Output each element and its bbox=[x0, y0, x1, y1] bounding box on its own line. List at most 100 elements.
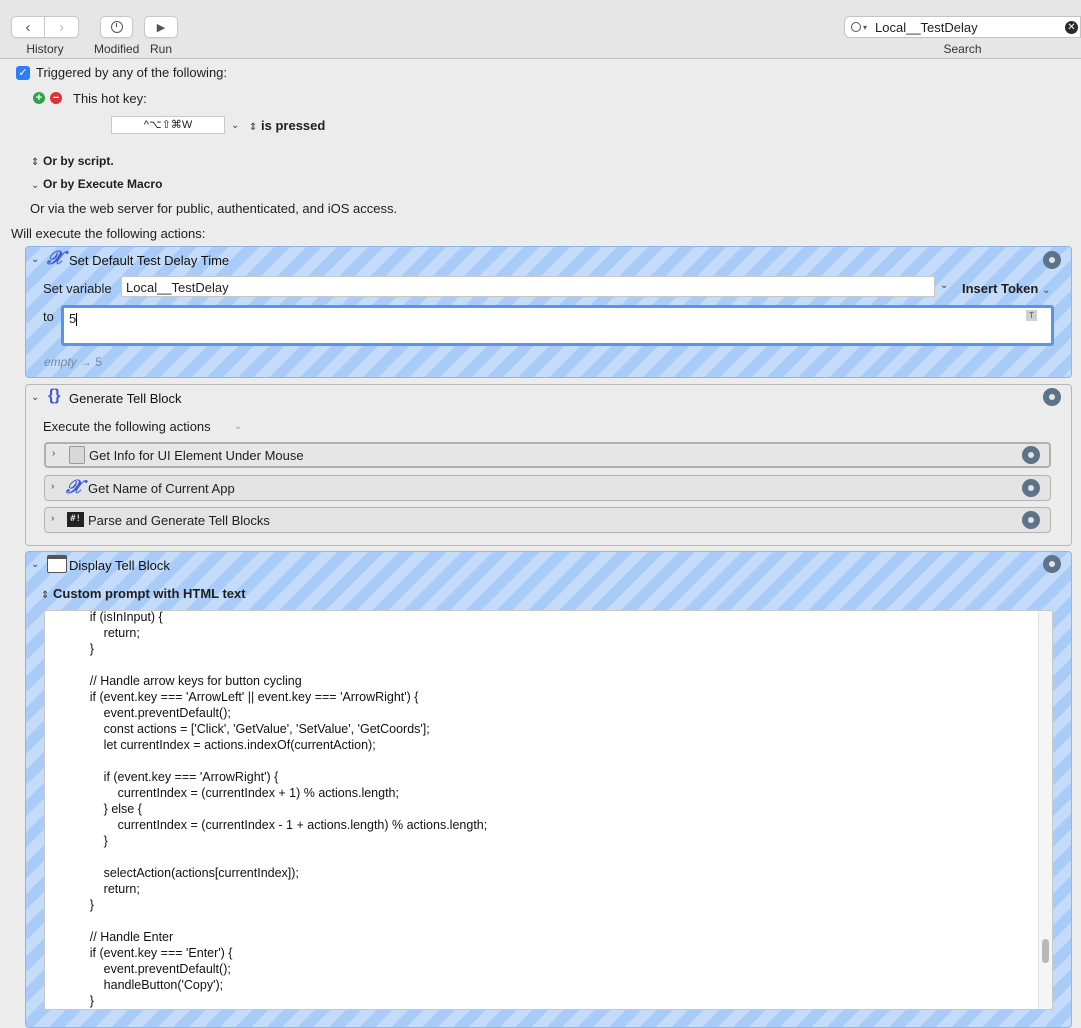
modified-group: Modified bbox=[94, 16, 139, 56]
remove-trigger-icon[interactable]: − bbox=[50, 92, 62, 104]
history-label: History bbox=[26, 42, 64, 56]
history-segment: ‹ › bbox=[11, 16, 79, 38]
or-by-execute-macro-toggle[interactable]: ⌄ Or by Execute Macro bbox=[31, 176, 162, 191]
updown-icon: ⇕ bbox=[249, 122, 258, 133]
triggered-checkbox[interactable]: ✓ bbox=[16, 66, 30, 80]
modified-label: Modified bbox=[94, 42, 140, 56]
value-field[interactable]: 5 T bbox=[61, 305, 1054, 346]
gear-icon[interactable] bbox=[1043, 251, 1061, 269]
set-variable-label: Set variable bbox=[43, 281, 112, 296]
variable-icon: 𝒳 bbox=[66, 476, 83, 498]
run-button[interactable]: ▶ bbox=[144, 16, 178, 38]
scrollbar-track[interactable] bbox=[1038, 611, 1052, 1009]
triggered-label: Triggered by any of the following: bbox=[36, 65, 228, 80]
sub-action-label: Parse and Generate Tell Blocks bbox=[88, 513, 270, 528]
prompt-type-label: Custom prompt with HTML text bbox=[53, 586, 246, 601]
variable-name-value: Local__TestDelay bbox=[126, 280, 229, 295]
window-icon bbox=[47, 555, 67, 573]
search-icon bbox=[851, 22, 861, 32]
forward-button[interactable]: › bbox=[45, 16, 79, 38]
or-by-execute-macro-label: Or by Execute Macro bbox=[43, 177, 163, 191]
sub-action-parse[interactable]: › #! Parse and Generate Tell Blocks bbox=[44, 507, 1051, 533]
add-trigger-icon[interactable]: + bbox=[33, 92, 45, 104]
html-text-editor[interactable]: if (isInInput) { return; } // Handle arr… bbox=[44, 610, 1053, 1010]
gear-icon[interactable] bbox=[1022, 446, 1040, 464]
variable-name-field[interactable]: Local__TestDelay bbox=[121, 276, 935, 297]
clock-icon bbox=[110, 21, 123, 33]
prompt-type-select[interactable]: ⇕ Custom prompt with HTML text bbox=[41, 586, 246, 601]
code-line: return; bbox=[62, 882, 140, 896]
code-line: } bbox=[62, 642, 94, 656]
code-line: } bbox=[62, 898, 94, 912]
chevron-down-icon: ⌄ bbox=[31, 180, 40, 191]
gear-icon[interactable] bbox=[1043, 388, 1061, 406]
or-by-script-label: Or by script. bbox=[43, 154, 114, 168]
hotkey-options-chevron-icon[interactable]: ⌄ bbox=[231, 120, 239, 131]
code-line: event.preventDefault(); bbox=[62, 706, 231, 720]
gear-icon[interactable] bbox=[1043, 555, 1061, 573]
action-title[interactable]: Set Default Test Delay Time bbox=[69, 253, 229, 268]
play-icon: ▶ bbox=[156, 21, 166, 34]
action-display-tell[interactable]: ⌄ Display Tell Block ⇕ Custom prompt wit… bbox=[25, 551, 1072, 1028]
search-field[interactable]: ▾ Local__TestDelay ✕ bbox=[844, 16, 1081, 38]
code-line: if (event.key === 'ArrowRight') { bbox=[62, 770, 279, 784]
search-label: Search bbox=[943, 42, 982, 56]
back-button[interactable]: ‹ bbox=[11, 16, 45, 38]
token-badge-icon[interactable]: T bbox=[1026, 310, 1037, 321]
code-line: const actions = ['Click', 'GetValue', 'S… bbox=[62, 722, 430, 736]
sub-action-label: Get Name of Current App bbox=[88, 481, 235, 496]
macro-editor: ✓ Triggered by any of the following: + −… bbox=[0, 60, 1081, 1028]
execute-label: Execute the following actions bbox=[43, 419, 211, 434]
expand-chevron-icon[interactable]: › bbox=[51, 513, 54, 524]
ui-element-icon bbox=[69, 446, 85, 464]
hotkey-field[interactable]: ^⌥⇧⌘W bbox=[111, 116, 225, 134]
action-title[interactable]: Display Tell Block bbox=[69, 558, 170, 573]
chevron-left-icon: ‹ bbox=[25, 18, 31, 36]
gear-icon[interactable] bbox=[1022, 479, 1040, 497]
history-group: ‹ › History bbox=[11, 16, 79, 56]
hotkey-label: This hot key: bbox=[73, 91, 147, 106]
code-line: currentIndex = (currentIndex + 1) % acti… bbox=[62, 786, 399, 800]
expand-chevron-icon[interactable]: › bbox=[52, 448, 55, 459]
code-line: } bbox=[62, 834, 108, 848]
chevron-down-icon: ⌄ bbox=[1041, 285, 1051, 296]
hotkey-state-label: is pressed bbox=[261, 118, 326, 133]
collapse-chevron-icon[interactable]: ⌄ bbox=[31, 254, 39, 265]
collapse-chevron-icon[interactable]: ⌄ bbox=[31, 559, 39, 570]
preview-empty: empty bbox=[44, 355, 77, 369]
will-execute-label: Will execute the following actions: bbox=[11, 226, 206, 241]
code-content: if (isInInput) { return; } // Handle arr… bbox=[62, 610, 487, 1009]
updown-icon: ⇕ bbox=[31, 157, 40, 168]
chevron-right-icon: › bbox=[59, 18, 64, 36]
expand-chevron-icon[interactable]: › bbox=[51, 481, 54, 492]
code-line: if (event.key === 'Enter') { bbox=[62, 946, 233, 960]
code-line: if (isInInput) { bbox=[62, 610, 163, 624]
code-line: if (event.key === 'ArrowLeft' || event.k… bbox=[62, 690, 419, 704]
search-input[interactable]: Local__TestDelay bbox=[875, 20, 978, 35]
action-title[interactable]: Generate Tell Block bbox=[69, 391, 182, 406]
code-line: event.preventDefault(); bbox=[62, 962, 231, 976]
collapse-chevron-icon[interactable]: ⌄ bbox=[31, 392, 39, 403]
clear-search-icon[interactable]: ✕ bbox=[1065, 21, 1078, 34]
code-line: } bbox=[62, 994, 94, 1008]
scrollbar-thumb[interactable] bbox=[1042, 939, 1049, 963]
code-line: handleButton('Copy'); bbox=[62, 978, 224, 992]
sub-action-get-info[interactable]: › Get Info for UI Element Under Mouse bbox=[44, 442, 1051, 468]
insert-token-button[interactable]: Insert Token ⌄ bbox=[962, 281, 1050, 296]
code-line: } else { bbox=[62, 802, 142, 816]
or-by-script-toggle[interactable]: ⇕ Or by script. bbox=[31, 153, 114, 168]
code-line: // Handle Enter bbox=[62, 930, 174, 944]
modified-button[interactable] bbox=[100, 16, 134, 38]
action-set-variable[interactable]: ⌄ 𝒳 Set Default Test Delay Time Set vari… bbox=[25, 246, 1072, 378]
variable-menu-chevron-icon[interactable]: ⌄ bbox=[940, 280, 948, 291]
web-server-text: Or via the web server for public, authen… bbox=[30, 201, 398, 216]
sub-action-get-name[interactable]: › 𝒳 Get Name of Current App bbox=[44, 475, 1051, 501]
sub-action-label: Get Info for UI Element Under Mouse bbox=[89, 448, 304, 463]
run-group: ▶ Run bbox=[144, 16, 178, 56]
gear-icon[interactable] bbox=[1022, 511, 1040, 529]
code-line: return; bbox=[62, 626, 140, 640]
hotkey-state-select[interactable]: ⇕ is pressed bbox=[249, 118, 325, 133]
execute-menu-chevron-icon[interactable]: ⌄ bbox=[234, 421, 242, 432]
